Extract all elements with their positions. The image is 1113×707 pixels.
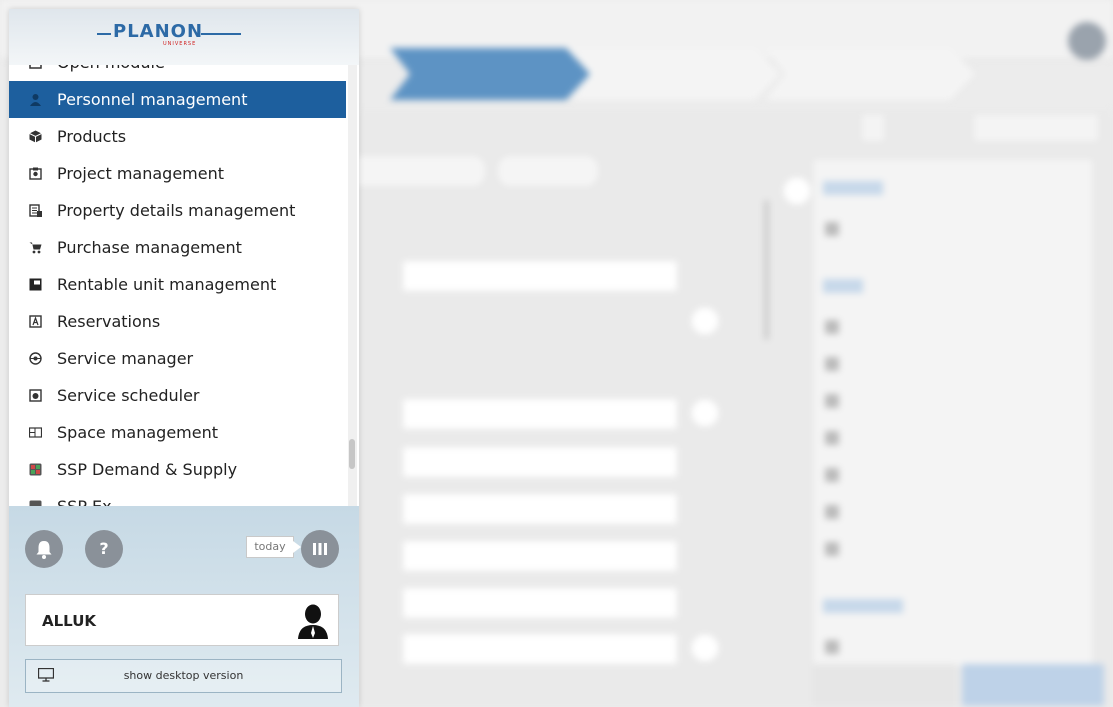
menu-item-service-scheduler[interactable]: Service scheduler: [9, 377, 346, 414]
menu-item-label: Property details management: [57, 201, 296, 220]
action-item: [825, 639, 849, 654]
help-button[interactable]: ?: [85, 530, 123, 568]
menu-item-space-management[interactable]: Space management: [9, 414, 346, 451]
demand-supply-icon: [29, 463, 42, 476]
project-icon: [29, 167, 42, 180]
round-button: [690, 633, 720, 663]
menu-item-label: Service scheduler: [57, 386, 200, 405]
section-heading: [823, 599, 903, 613]
round-button: [690, 398, 720, 428]
cancel-button: [812, 664, 957, 706]
field: [402, 587, 678, 619]
tag-button: [860, 113, 886, 143]
property-icon: [29, 204, 42, 217]
menu-item-label: Reservations: [57, 312, 161, 331]
menu-item-service-manager[interactable]: Service manager: [9, 340, 346, 377]
user-avatar-icon: [1068, 22, 1106, 60]
action-item: [825, 356, 849, 371]
menu-item-rentable-unit-management[interactable]: Rentable unit management: [9, 266, 346, 303]
process-steps: [370, 48, 990, 100]
menu-item-purchase-management[interactable]: Purchase management: [9, 229, 346, 266]
field: [402, 446, 678, 478]
calendar-icon: [313, 543, 327, 555]
save-button: [962, 664, 1104, 706]
field: [402, 633, 678, 665]
round-button: [690, 306, 720, 336]
bell-icon: [36, 541, 52, 559]
service-manager-icon: [29, 352, 42, 365]
field-link: [402, 305, 678, 337]
rentable-unit-icon: [29, 278, 42, 291]
question-mark-icon: ?: [99, 539, 109, 558]
menu-item-label: Rentable unit management: [57, 275, 277, 294]
navigation-panel: PLANON UNIVERSE Open module Personnel ma…: [9, 9, 359, 707]
space-icon: [29, 427, 42, 438]
field: [402, 493, 678, 525]
action-item: [825, 221, 849, 236]
scheduler-icon: [29, 389, 42, 402]
user-silhouette-icon: [298, 604, 328, 639]
action-item: [825, 319, 849, 334]
menu-item-label: SSP Demand & Supply: [57, 460, 238, 479]
tab-audit-info: [496, 154, 600, 188]
show-desktop-version-button[interactable]: show desktop version: [25, 659, 342, 693]
menu-item-ssp-demand-supply[interactable]: SSP Demand & Supply: [9, 451, 346, 488]
menu-item-label: Purchase management: [57, 238, 242, 257]
username: ALLUK: [42, 612, 96, 630]
notifications-button[interactable]: [25, 530, 63, 568]
menu-item-label: Products: [57, 127, 127, 146]
window-icon: [29, 65, 42, 69]
today-label: today: [246, 536, 301, 558]
reservation-icon: [29, 315, 42, 328]
menu-item-label: Space management: [57, 423, 219, 442]
menu-item-products[interactable]: Products: [9, 118, 346, 155]
menu-item-label: Open module: [57, 65, 165, 81]
action-item: [825, 393, 849, 408]
menu-scroll-thumb[interactable]: [349, 439, 355, 469]
module-menu: Open module Personnel management Product…: [9, 65, 346, 509]
action-item: [825, 430, 849, 445]
field: [402, 540, 678, 572]
tag-button: [972, 113, 1100, 143]
menu-item-open-module[interactable]: Open module: [9, 65, 346, 81]
section-heading: [823, 181, 883, 195]
field: [402, 260, 678, 292]
planon-logo: PLANON UNIVERSE: [97, 19, 267, 55]
step: [765, 48, 975, 100]
nav-header: PLANON UNIVERSE: [9, 9, 359, 65]
user-box[interactable]: ALLUK: [25, 594, 339, 646]
action-item: [825, 504, 849, 519]
step: [570, 48, 780, 100]
menu-item-personnel-management[interactable]: Personnel management: [9, 81, 346, 118]
menu-item-reservations[interactable]: Reservations: [9, 303, 346, 340]
actions-panel: [812, 158, 1094, 668]
step-active: [390, 48, 590, 100]
menu-item-property-details-management[interactable]: Property details management: [9, 192, 346, 229]
cart-icon: [29, 242, 42, 254]
desktop-version-label: show desktop version: [123, 669, 244, 682]
calendar-button[interactable]: [301, 530, 339, 568]
action-item: [825, 541, 849, 556]
box-icon: [29, 130, 42, 143]
action-item: [825, 467, 849, 482]
menu-item-label: Project management: [57, 164, 225, 183]
section-heading: [823, 279, 863, 293]
menu-item-label: Service manager: [57, 349, 194, 368]
nav-footer: ? today ALLUK show desktop version: [9, 506, 359, 707]
menu-item-label: Personnel management: [57, 90, 248, 109]
round-button: [782, 176, 812, 206]
divider: [764, 200, 769, 340]
field: [402, 398, 678, 430]
menu-item-project-management[interactable]: Project management: [9, 155, 346, 192]
person-icon: [30, 94, 41, 106]
